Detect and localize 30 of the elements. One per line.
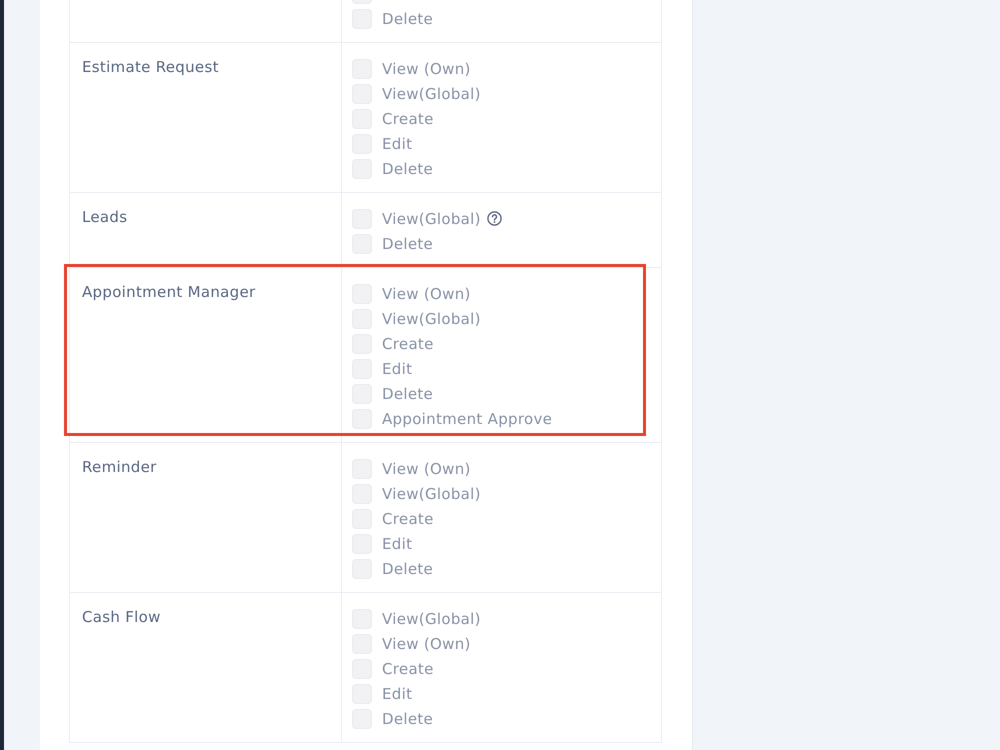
permission-label: View(Global)	[382, 608, 481, 628]
feature-name: Reminder	[82, 457, 157, 477]
permission-label: View (Own)	[382, 634, 471, 654]
permission-label: Create	[382, 108, 434, 128]
permission-label: Delete	[382, 158, 434, 178]
help-icon[interactable]	[486, 211, 502, 226]
permission-label: View (Own)	[382, 58, 471, 78]
permission-label: Edit	[382, 684, 412, 704]
permission-label: View(Global)	[382, 484, 481, 504]
permission-label: Delete	[382, 558, 434, 578]
permission-label: Create	[382, 508, 434, 528]
permission-label: Delete	[382, 234, 434, 254]
feature-name: Appointment Manager	[82, 282, 256, 302]
permission-label: View(Global)	[382, 208, 481, 228]
permission-label: View(Global)	[382, 308, 481, 328]
feature-name: Leads	[82, 207, 128, 227]
permission-label: View (Own)	[382, 458, 471, 478]
permission-label: Edit	[382, 534, 412, 554]
permission-label: View(Global)	[382, 84, 481, 104]
permission-label: Delete	[382, 8, 434, 28]
permission-label: View (Own)	[382, 284, 471, 304]
permission-label: Create	[382, 334, 434, 354]
permission-label: Edit	[382, 358, 412, 378]
permission-label: Delete	[382, 384, 434, 404]
permission-label: Delete	[382, 708, 434, 728]
permission-label: Edit	[382, 134, 412, 154]
permission-label: Create	[382, 658, 434, 678]
feature-name: Estimate Request	[82, 57, 219, 77]
feature-name: Cash Flow	[82, 607, 161, 627]
permission-label: Appointment Approve	[382, 408, 552, 428]
